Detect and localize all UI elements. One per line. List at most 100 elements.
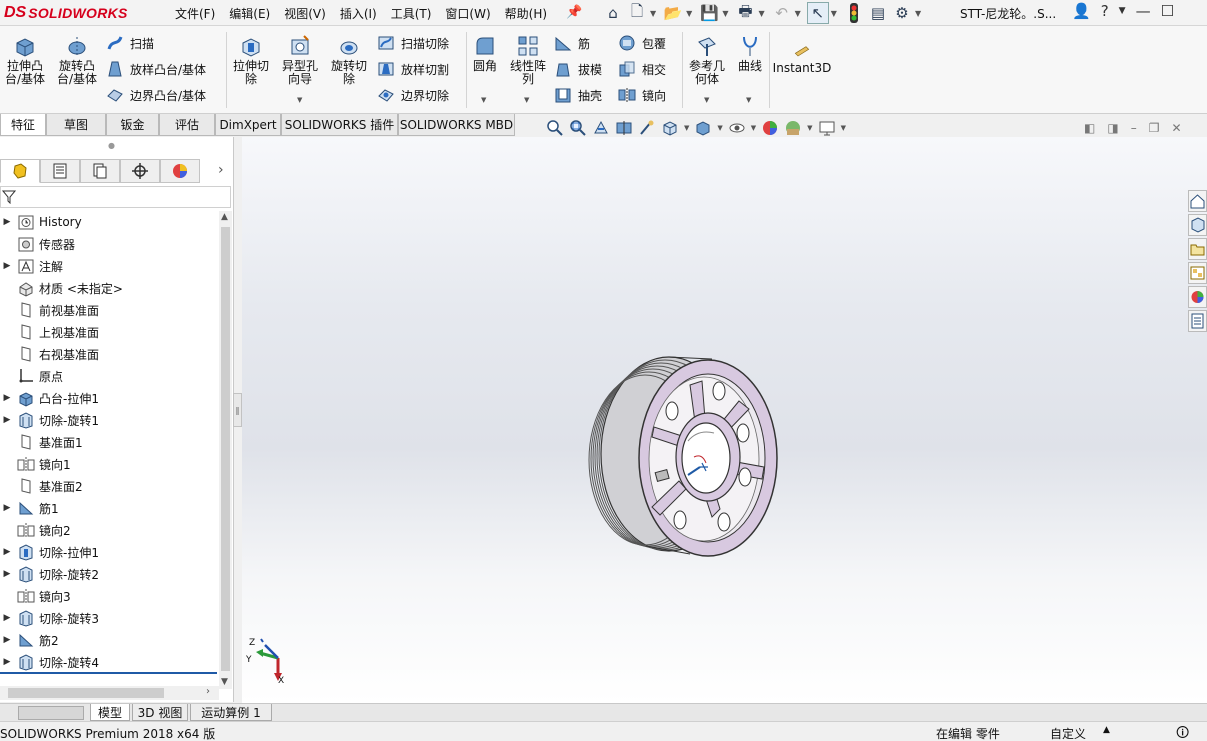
tree-item[interactable]: 传感器 xyxy=(0,233,219,255)
tree-item[interactable]: ▶ 切除-旋转2 xyxy=(0,563,219,585)
fillet-button[interactable]: 圆角 xyxy=(470,34,500,73)
expand-arrow-icon[interactable]: ▶ xyxy=(0,415,14,425)
menu-tools[interactable]: 工具(T) xyxy=(384,5,439,22)
panel-left-icon[interactable]: ◧ xyxy=(1084,121,1095,135)
tab-configuration-manager[interactable] xyxy=(80,159,120,183)
edit-appearance-icon[interactable] xyxy=(761,119,779,137)
tree-item[interactable]: 镜向2 xyxy=(0,519,219,541)
expand-arrow-icon[interactable]: ▶ xyxy=(0,613,14,623)
expand-arrow-icon[interactable]: ▶ xyxy=(0,635,14,645)
instant3d-button[interactable]: Instant3D xyxy=(772,44,832,75)
zoom-to-fit-icon[interactable] xyxy=(546,119,564,137)
tree-item[interactable]: 前视基准面 xyxy=(0,299,219,321)
tree-vertical-scrollbar[interactable]: ▲ ▼ xyxy=(219,211,232,689)
tree-filter-input[interactable] xyxy=(0,186,231,208)
apply-scene-icon[interactable] xyxy=(784,119,802,137)
unit-system-selector[interactable]: 自定义 xyxy=(1050,725,1086,741)
boundary-boss-button[interactable]: 边界凸台/基体 xyxy=(106,84,206,106)
tree-horizontal-scrollbar[interactable]: › xyxy=(0,686,219,700)
custom-properties-tab[interactable] xyxy=(1188,310,1207,332)
view-settings-caret-icon[interactable]: ▼ xyxy=(841,124,846,132)
menu-file[interactable]: 文件(F) xyxy=(168,5,222,22)
tab-motion-study-1[interactable]: 运动算例 1 xyxy=(190,704,272,721)
rebuild-icon[interactable] xyxy=(843,2,865,24)
unit-system-caret-icon[interactable]: ▲ xyxy=(1103,725,1110,735)
file-explorer-tab[interactable] xyxy=(1188,238,1207,260)
tab-property-manager[interactable] xyxy=(40,159,80,183)
print-caret-icon[interactable]: ▼ xyxy=(758,9,764,18)
extrude-boss-button[interactable]: 拉伸凸台/基体 xyxy=(4,34,46,86)
rollback-bar[interactable] xyxy=(0,672,217,674)
open-caret-icon[interactable]: ▼ xyxy=(686,9,692,18)
doc-close-icon[interactable]: ✕ xyxy=(1171,121,1181,135)
hscroll-thumb[interactable] xyxy=(8,688,164,698)
tree-item[interactable]: ▶ 凸台-拉伸1 xyxy=(0,387,219,409)
tree-item[interactable]: 原点 xyxy=(0,365,219,387)
tree-item[interactable]: ▶ 注解 xyxy=(0,255,219,277)
intersect-button[interactable]: 相交 xyxy=(618,58,666,80)
file-properties-icon[interactable]: ▤ xyxy=(867,2,889,24)
expand-arrow-icon[interactable]: ▶ xyxy=(0,261,14,271)
section-view-icon[interactable] xyxy=(615,119,633,137)
tree-item[interactable]: 上视基准面 xyxy=(0,321,219,343)
tree-item[interactable]: ▶ 筋2 xyxy=(0,629,219,651)
revolve-cut-button[interactable]: 旋转切除 xyxy=(328,34,370,86)
design-library-tab[interactable] xyxy=(1188,214,1207,236)
tree-item[interactable]: ▶ 切除-拉伸1 xyxy=(0,541,219,563)
tree-item[interactable]: 镜向1 xyxy=(0,453,219,475)
menu-view[interactable]: 视图(V) xyxy=(277,5,333,22)
view-orientation-icon[interactable] xyxy=(661,119,679,137)
tree-item[interactable]: ▶ 切除-旋转1 xyxy=(0,409,219,431)
tab-3d-view[interactable]: 3D 视图 xyxy=(132,704,188,721)
user-icon[interactable]: 👤 xyxy=(1072,2,1091,20)
tab-evaluate[interactable]: 评估 xyxy=(159,114,215,136)
tab-features[interactable]: 特征 xyxy=(0,114,46,136)
tab-model[interactable]: 模型 xyxy=(90,704,130,721)
rib-button[interactable]: 筋 xyxy=(554,32,590,54)
loft-boss-button[interactable]: 放样凸台/基体 xyxy=(106,58,206,80)
zoom-to-area-icon[interactable] xyxy=(569,119,587,137)
view-orientation-caret-icon[interactable]: ▼ xyxy=(684,124,689,132)
panel-splitter[interactable]: ‖ xyxy=(233,393,242,427)
undo-caret-icon[interactable]: ▼ xyxy=(795,9,801,18)
linear-pattern-button[interactable]: 线性阵列 xyxy=(506,34,550,86)
options-caret-icon[interactable]: ▼ xyxy=(915,9,921,18)
tree-item[interactable]: ▶ 切除-旋转4 xyxy=(0,651,219,673)
pin-icon[interactable]: 📌 xyxy=(566,5,582,20)
expand-arrow-icon[interactable]: ▶ xyxy=(0,569,14,579)
tab-solidworks-mbd[interactable]: SOLIDWORKS MBD xyxy=(398,114,515,136)
solidworks-resources-tab[interactable] xyxy=(1188,190,1207,212)
open-icon[interactable]: 📂 xyxy=(662,2,684,24)
options-gear-icon[interactable]: ⚙ xyxy=(891,2,913,24)
reference-geometry-button[interactable]: 参考几何体 xyxy=(686,34,728,86)
scroll-right-icon[interactable]: › xyxy=(206,686,210,697)
tree-item[interactable]: 右视基准面 xyxy=(0,343,219,365)
scroll-down-icon[interactable]: ▼ xyxy=(221,677,228,687)
tree-item[interactable]: 基准面2 xyxy=(0,475,219,497)
solidworks-logo[interactable]: DS SOLIDWORKS xyxy=(4,2,128,24)
graphics-area[interactable]: Z Y X xyxy=(242,137,1207,703)
curves-button[interactable]: 曲线 xyxy=(734,34,766,73)
help-icon[interactable]: ? xyxy=(1101,2,1109,20)
expand-arrow-icon[interactable]: ▶ xyxy=(0,393,14,403)
tab-sheet-metal[interactable]: 钣金 xyxy=(106,114,159,136)
apply-scene-caret-icon[interactable]: ▼ xyxy=(807,124,812,132)
menu-edit[interactable]: 编辑(E) xyxy=(222,5,277,22)
linear-pattern-caret-icon[interactable]: ▼ xyxy=(524,96,529,104)
display-style-icon[interactable] xyxy=(694,119,712,137)
menu-insert[interactable]: 插入(I) xyxy=(333,5,384,22)
scroll-thumb[interactable] xyxy=(221,227,230,671)
undo-icon[interactable]: ↶ xyxy=(771,2,793,24)
extrude-cut-button[interactable]: 拉伸切除 xyxy=(230,34,272,86)
view-palette-tab[interactable] xyxy=(1188,262,1207,284)
view-settings-icon[interactable] xyxy=(818,119,836,137)
quick-tips-icon[interactable]: 🛈 xyxy=(1176,724,1189,741)
doc-restore-icon[interactable]: ❐ xyxy=(1149,121,1160,135)
hole-wizard-button[interactable]: 异型孔向导 xyxy=(278,34,322,86)
boundary-cut-button[interactable]: 边界切除 xyxy=(377,84,449,106)
select-cursor-icon[interactable]: ↖ xyxy=(806,2,829,24)
panel-right-icon[interactable]: ◨ xyxy=(1107,121,1118,135)
tab-navigation-arrows[interactable] xyxy=(18,706,84,720)
fillet-caret-icon[interactable]: ▼ xyxy=(481,96,486,104)
home-icon[interactable]: ⌂ xyxy=(602,2,624,24)
